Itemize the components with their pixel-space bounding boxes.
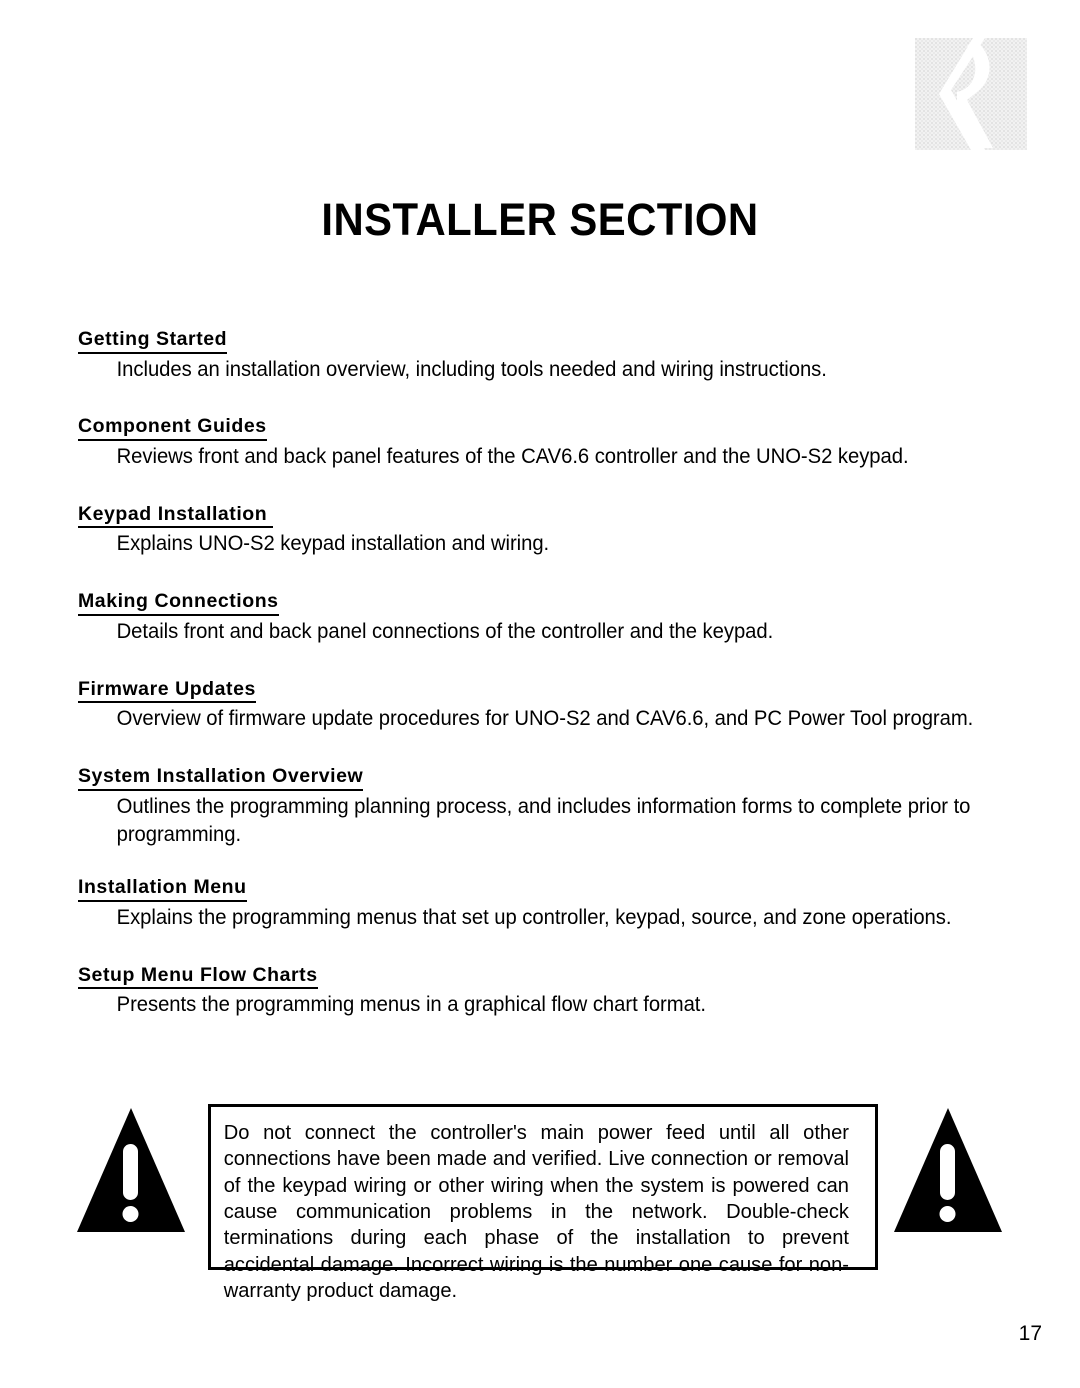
section-making-connections: Making Connections Details front and bac… [78,592,1008,645]
warning-callout: Do not connect the controller's main pow… [0,1100,1080,1302]
section-body: Explains the programming menus that set … [116,905,952,929]
warning-text-box: Do not connect the controller's main pow… [208,1104,878,1302]
section-heading: Getting Started [78,329,228,354]
section-heading: Setup Menu Flow Charts [78,965,318,990]
warning-message: Do not connect the controller's main pow… [223,1121,849,1302]
russound-logo [915,38,1027,150]
section-list: Getting Started Includes an installation… [78,329,1008,1019]
section-heading: Firmware Updates [78,679,256,704]
section-body: Presents the programming menus in a grap… [116,993,706,1017]
section-component-guides: Component Guides Reviews front and back … [78,417,1008,470]
section-heading: System Installation Overview [78,767,364,791]
section-system-installation-overview: System Installation Overview Outlines th… [78,767,1008,848]
section-keypad-installation: Keypad Installation Explains UNO-S2 keyp… [78,504,1008,558]
page-number: 17 [1018,1322,1042,1345]
warning-triangle-icon [75,1104,187,1240]
section-heading: Making Connections [78,592,279,616]
section-body: Overview of firmware update procedures f… [116,707,974,731]
section-body: Includes an installation overview, inclu… [116,357,827,381]
page-title: INSTALLER SECTION [321,194,759,245]
section-setup-menu-flow-charts: Setup Menu Flow Charts Presents the prog… [78,965,1008,1019]
section-body: Explains UNO-S2 keypad installation and … [116,532,550,556]
section-body: Reviews front and back panel features of… [116,444,909,468]
section-installation-menu: Installation Menu Explains the programmi… [78,878,1008,931]
warning-triangle-icon [892,1104,1004,1240]
section-getting-started: Getting Started Includes an installation… [78,329,1008,383]
section-firmware-updates: Firmware Updates Overview of firmware up… [78,679,1008,733]
section-body: Details front and back panel connections… [116,619,774,643]
section-heading: Keypad Installation [78,504,274,529]
section-heading: Component Guides [78,417,267,441]
section-body: Outlines the programming planning proces… [116,794,971,846]
section-heading: Installation Menu [78,878,247,902]
